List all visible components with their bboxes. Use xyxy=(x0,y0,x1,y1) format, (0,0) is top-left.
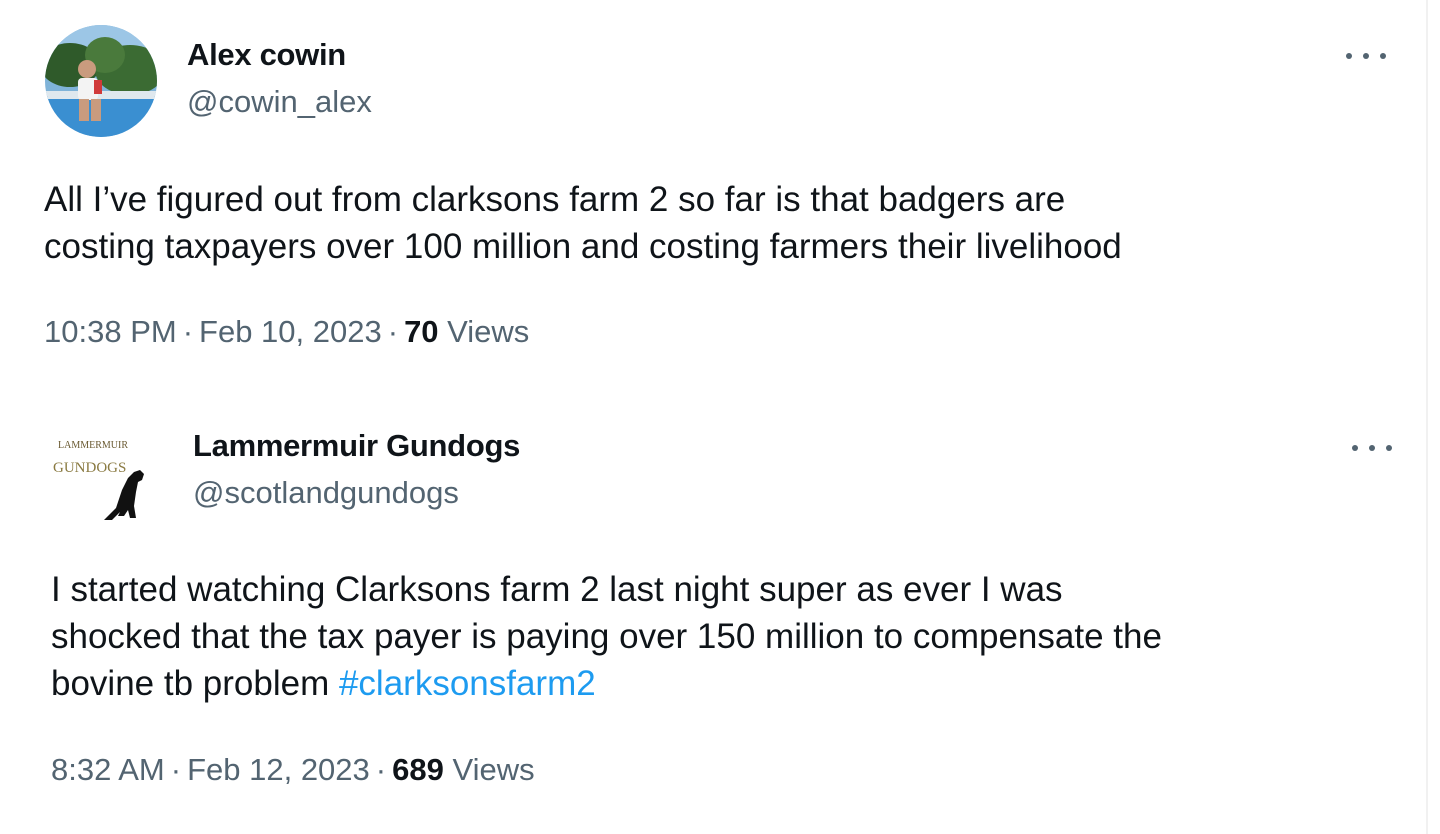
tweet-card[interactable]: Alex cowin @cowin_alex All I’ve figured … xyxy=(0,0,1428,390)
logo-text-top: LAMMERMUIR xyxy=(58,440,128,451)
tweet-text: I started watching Clarksons farm 2 last… xyxy=(51,566,1411,707)
lammermuir-gundogs-logo-icon: LAMMERMUIR GUNDOGS xyxy=(48,420,168,530)
tweet-meta: 10:38 PM · Feb 10, 2023 · 70 Views xyxy=(44,314,530,349)
tweet-date[interactable]: Feb 10, 2023 xyxy=(199,314,382,349)
tweet-time[interactable]: 8:32 AM xyxy=(51,752,165,787)
tweet-text: All I’ve figured out from clarksons farm… xyxy=(44,180,1122,266)
more-options-icon[interactable] xyxy=(1346,46,1386,66)
author-name[interactable]: Lammermuir Gundogs xyxy=(193,428,520,464)
author-handle[interactable]: @cowin_alex xyxy=(187,84,372,120)
author-handle[interactable]: @scotlandgundogs xyxy=(193,475,459,511)
views-label: Views xyxy=(447,314,530,349)
logo-text-bottom: GUNDOGS xyxy=(53,460,126,476)
tweet-time[interactable]: 10:38 PM xyxy=(44,314,177,349)
tweet-date[interactable]: Feb 12, 2023 xyxy=(187,752,370,787)
hashtag-link[interactable]: #clarksonsfarm2 xyxy=(339,664,596,703)
views-count: 70 xyxy=(404,314,439,349)
more-options-icon[interactable] xyxy=(1352,438,1392,458)
tweet-card[interactable]: LAMMERMUIR GUNDOGS Lammermuir Gundogs @s… xyxy=(0,390,1428,834)
author-name[interactable]: Alex cowin xyxy=(187,37,346,73)
author-avatar[interactable]: LAMMERMUIR GUNDOGS xyxy=(48,420,168,530)
author-avatar[interactable] xyxy=(45,25,157,137)
views-label: Views xyxy=(452,752,535,787)
tweet-meta: 8:32 AM · Feb 12, 2023 · 689 Views xyxy=(51,752,535,787)
tweet-text-body: I started watching Clarksons farm 2 last… xyxy=(51,570,1162,703)
views-count: 689 xyxy=(392,752,444,787)
profile-photo-icon xyxy=(45,25,157,137)
